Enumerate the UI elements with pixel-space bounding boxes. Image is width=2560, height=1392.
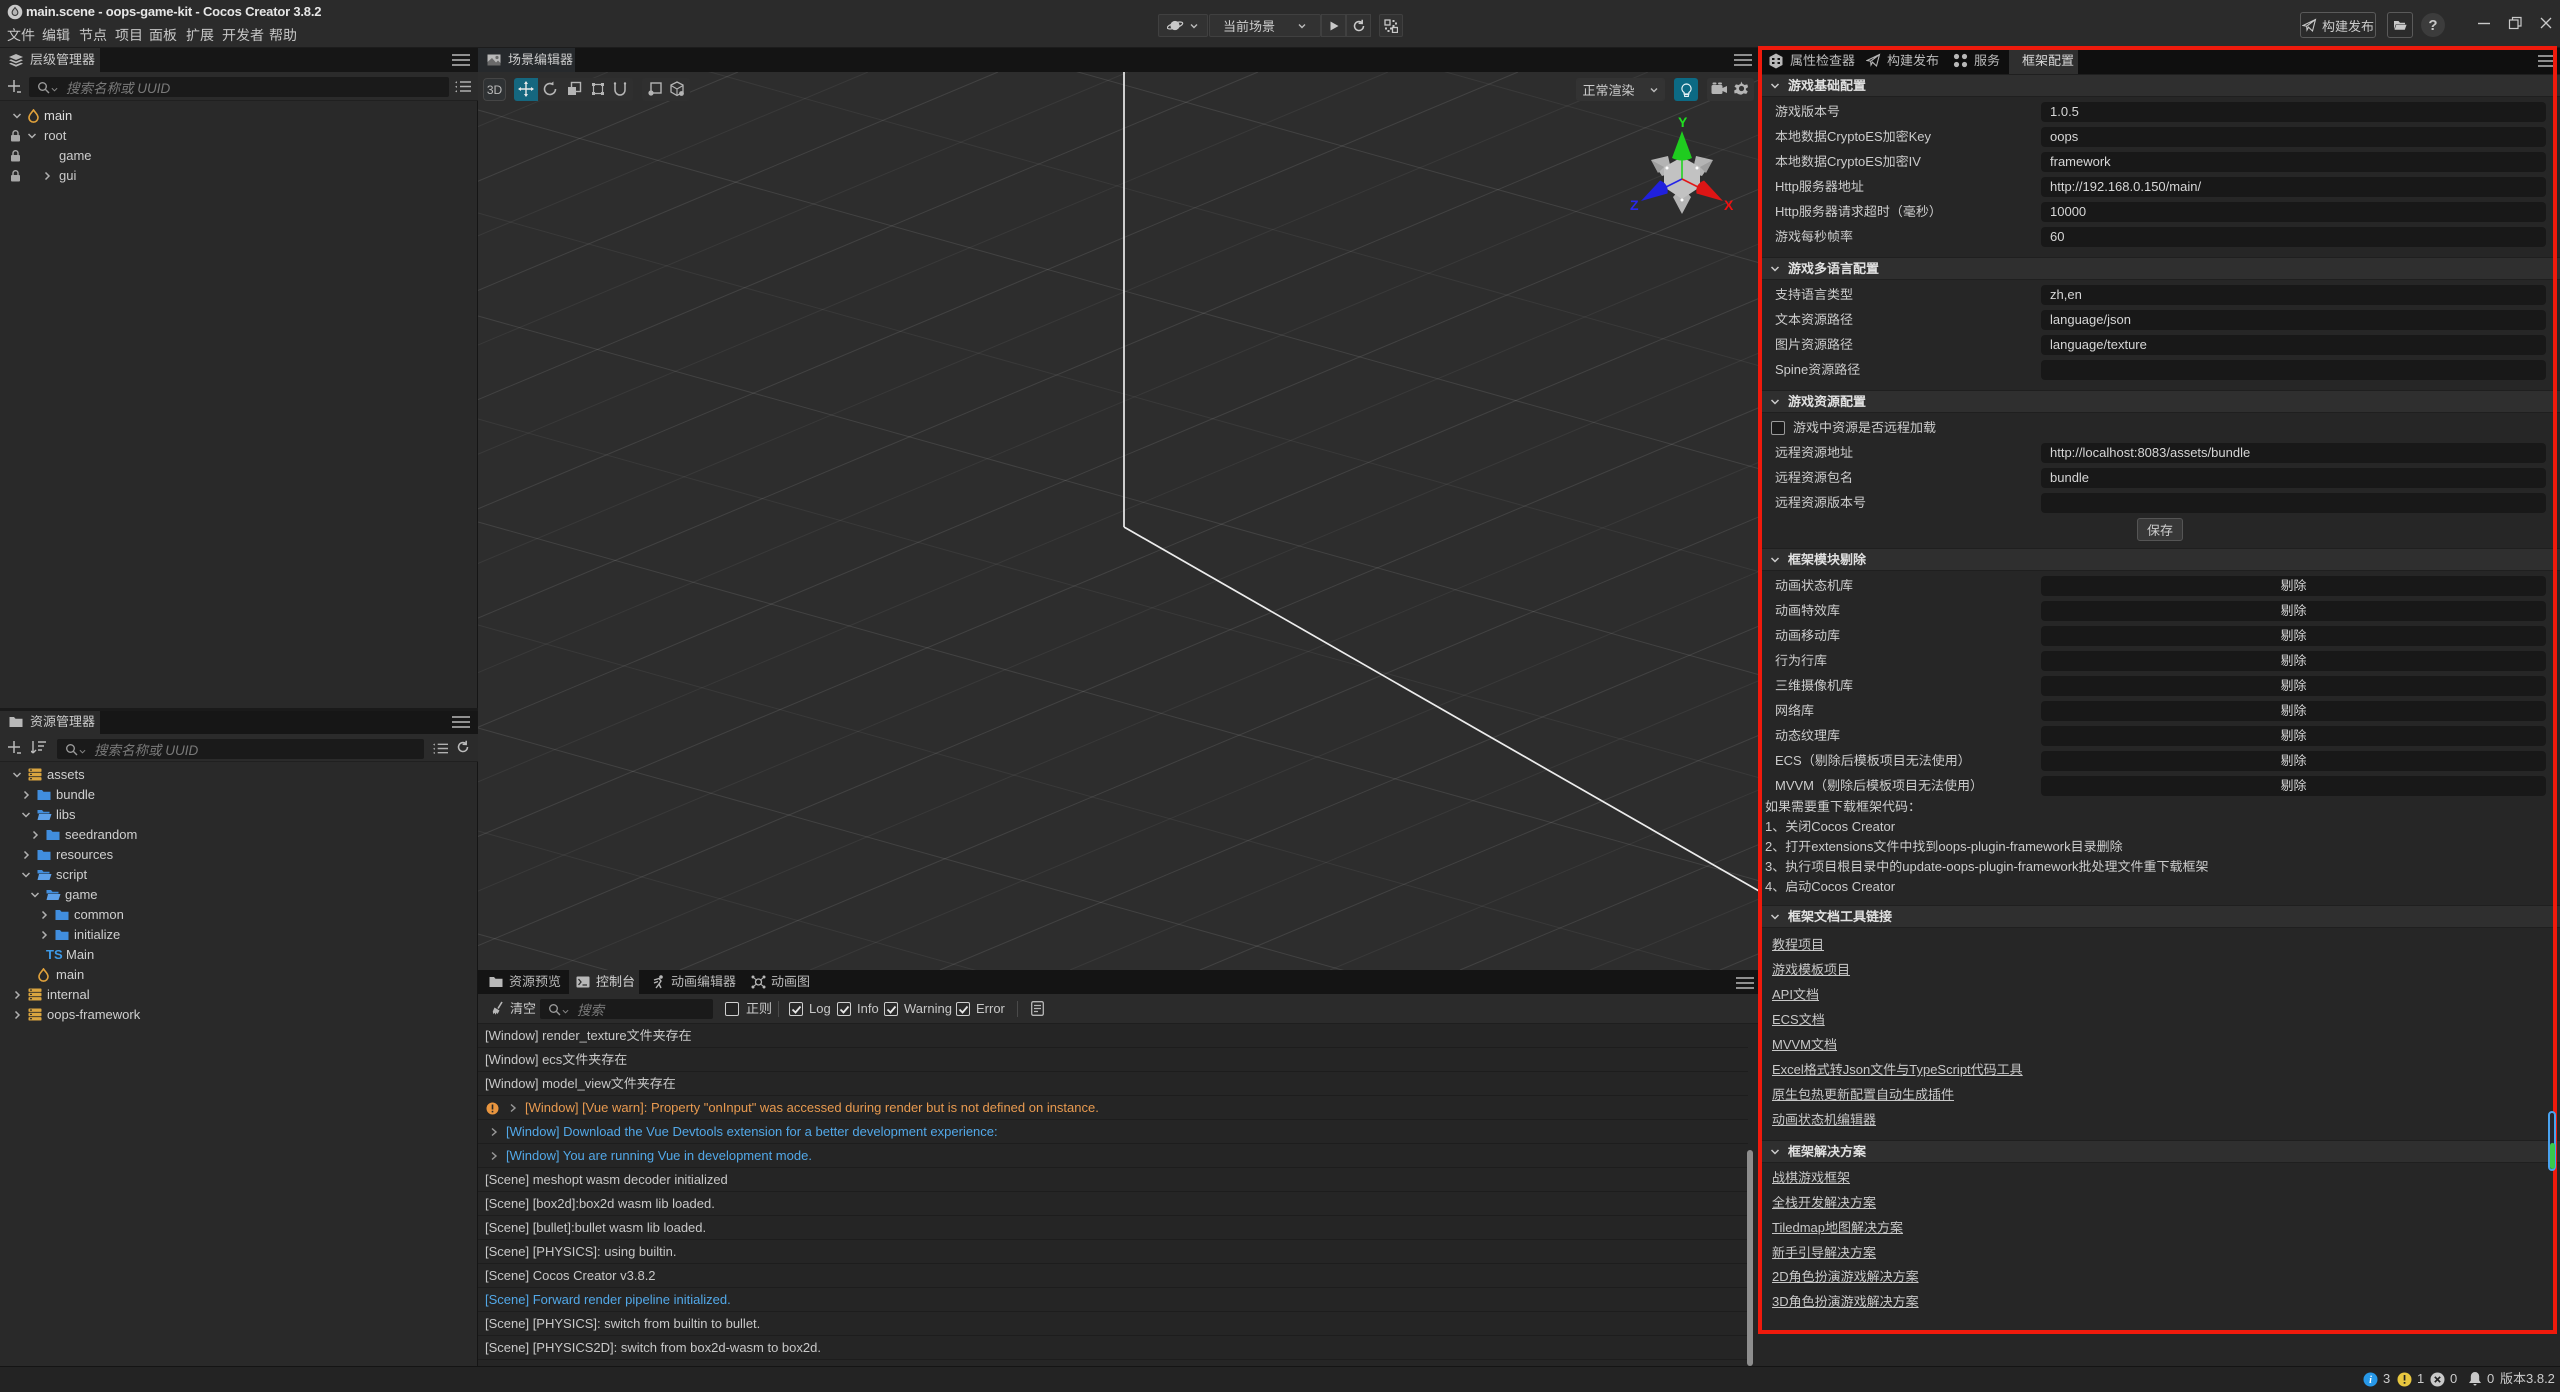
svg-text:i: i [2369,1375,2372,1386]
svg-text:Y: Y [1678,115,1688,130]
svg-text:X: X [1724,197,1734,213]
svg-text:Z: Z [1630,197,1639,213]
